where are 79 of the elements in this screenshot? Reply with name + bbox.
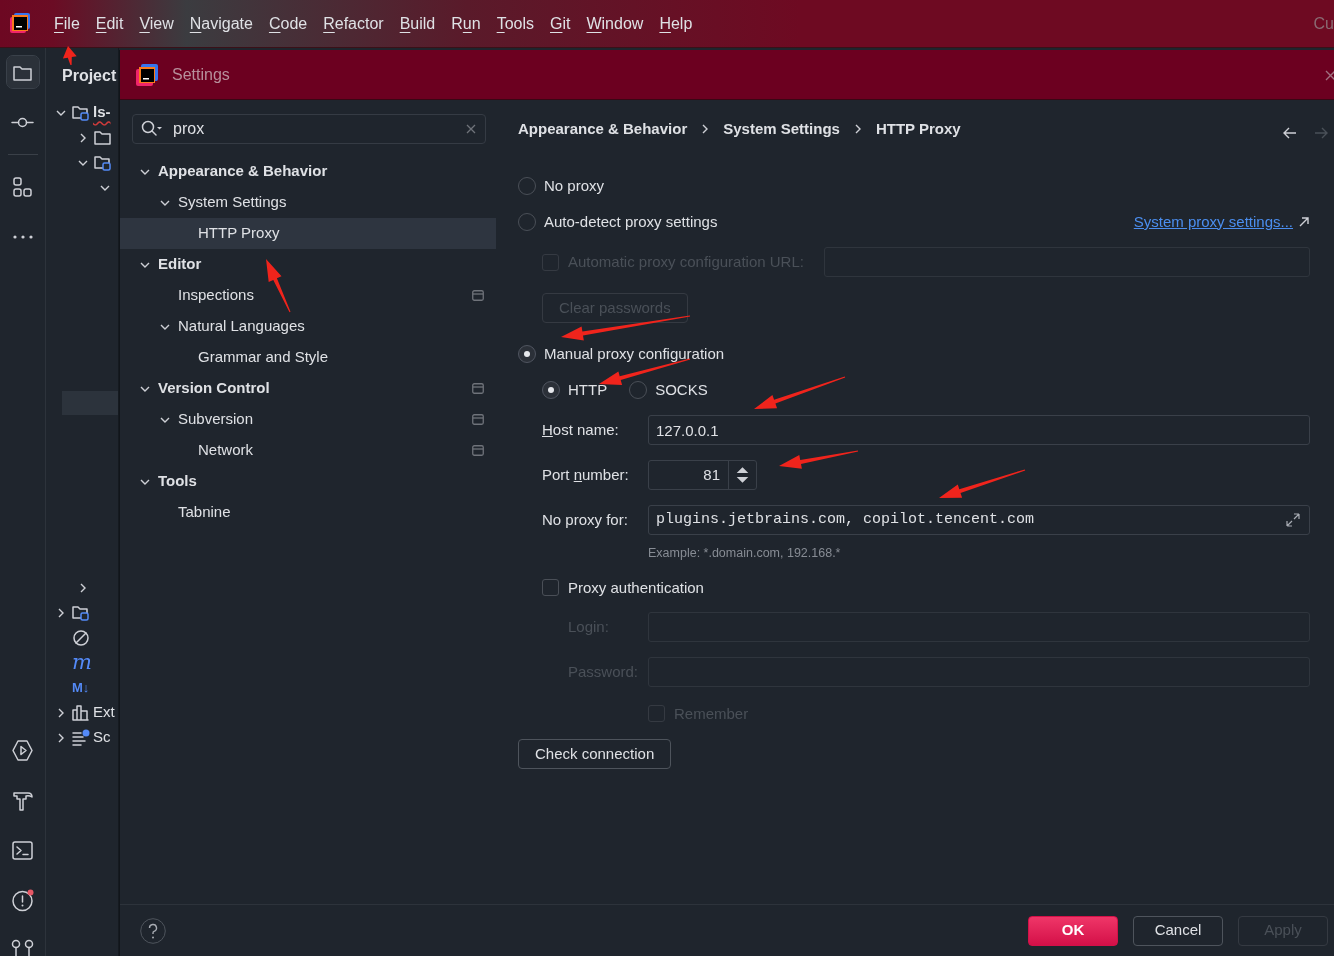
module-folder-icon (72, 103, 90, 122)
port-spinner[interactable]: 81 (648, 460, 757, 490)
settings-tree-item[interactable]: Grammar and Style (120, 342, 496, 373)
terminal-icon (11, 838, 34, 862)
panel-title: Project (62, 67, 117, 84)
breadcrumb-item[interactable]: Appearance & Behavior (518, 117, 688, 141)
excluded-icon (72, 628, 90, 647)
file-type-icon: m (72, 652, 92, 673)
cancel-button[interactable]: Cancel (1133, 915, 1223, 946)
settings-tree-item[interactable]: HTTP Proxy (120, 218, 496, 249)
expand-icon[interactable] (1284, 511, 1302, 529)
radio-label[interactable]: HTTP (568, 378, 608, 402)
annotation-arrow (62, 46, 77, 66)
settings-tree-item[interactable]: System Settings (120, 187, 496, 218)
ok-button[interactable]: OK (1028, 915, 1118, 946)
menu-item[interactable]: Help (659, 11, 693, 36)
settings-tree-item[interactable]: Subversion (120, 404, 496, 435)
menu-item[interactable]: Tools (496, 11, 534, 36)
breadcrumb-item[interactable]: HTTP Proxy (875, 117, 961, 141)
menu-item[interactable]: Git (550, 11, 571, 36)
search-input[interactable]: prox (171, 116, 465, 142)
window-title: Settings (172, 64, 230, 85)
menu-item[interactable]: Run (451, 11, 481, 36)
clear-icon[interactable] (465, 123, 477, 135)
tree-item-label[interactable]: Ext (93, 701, 115, 724)
back-icon[interactable] (1282, 126, 1297, 140)
menu-item[interactable]: Navigate (189, 11, 253, 36)
menu-item[interactable]: File (54, 11, 80, 36)
menu-item[interactable]: Code (268, 11, 308, 36)
settings-tree-item[interactable]: Appearance & Behavior (120, 156, 496, 187)
settings-tree-item[interactable]: Natural Languages (120, 311, 496, 342)
annotation-arrow (266, 259, 291, 313)
field-label: No proxy for: (542, 509, 629, 530)
settings-tree-item[interactable]: Tabnine (120, 497, 496, 528)
settings-tree-item[interactable]: Network (120, 435, 496, 466)
play-icon (11, 738, 34, 762)
host-field[interactable]: 127.0.0.1 (648, 415, 1310, 445)
search-icon[interactable] (141, 120, 163, 138)
module-folder-icon (72, 603, 90, 622)
scratch-file-icon (72, 728, 90, 747)
settings-tree-item[interactable]: Editor (120, 249, 496, 280)
menu-item[interactable]: Window (586, 11, 644, 36)
menu-item[interactable]: Build (399, 11, 436, 36)
checkbox-label[interactable]: Proxy authentication (568, 576, 704, 599)
folder-icon (94, 128, 112, 147)
file-type-icon: M↓ (72, 677, 90, 698)
more-icon (12, 235, 33, 239)
app-logo (10, 12, 32, 35)
radio-label[interactable]: Manual proxy configuration (544, 342, 725, 366)
no-proxy-field[interactable]: plugins.jetbrains.com, copilot.tencent.com (648, 505, 1310, 535)
branch-icon (11, 938, 34, 956)
search-field[interactable]: prox (132, 114, 486, 144)
app-logo (136, 63, 158, 86)
hint-text: Example: *.domain.com, 192.168.* (647, 545, 842, 562)
menu-item[interactable]: Edit (95, 11, 124, 36)
external-link-icon[interactable] (1298, 216, 1310, 228)
menu-item[interactable]: Refactor (323, 11, 384, 36)
radio-label[interactable]: SOCKS (655, 378, 708, 402)
settings-tree-item[interactable]: Tools (120, 466, 496, 497)
breadcrumb-item[interactable]: System Settings (723, 117, 840, 141)
settings-tree-item[interactable]: Version Control (120, 373, 496, 404)
shapes-icon (11, 175, 34, 199)
field-label: Port number: (542, 464, 630, 485)
tool-window-button[interactable] (6, 56, 39, 88)
field-label: Host name: (542, 419, 620, 440)
tree-item-label[interactable]: ls- (93, 101, 111, 124)
checkbox[interactable] (542, 579, 559, 597)
settings-tree-item[interactable]: Inspections (120, 280, 496, 311)
radio-button[interactable] (542, 381, 560, 399)
radio-label[interactable]: Auto-detect proxy settings (544, 210, 718, 234)
tree-item-label[interactable]: Sc (93, 726, 111, 749)
menu-item[interactable]: View (139, 11, 174, 36)
module-folder-icon (94, 153, 112, 172)
libraries-icon (72, 703, 90, 722)
check-connection-button[interactable]: Check connection (518, 738, 672, 769)
radio-label[interactable]: No proxy (544, 174, 605, 198)
help-icon[interactable] (140, 917, 166, 944)
system-proxy-link[interactable]: System proxy settings... (1133, 210, 1293, 234)
radio-button[interactable] (518, 345, 536, 363)
